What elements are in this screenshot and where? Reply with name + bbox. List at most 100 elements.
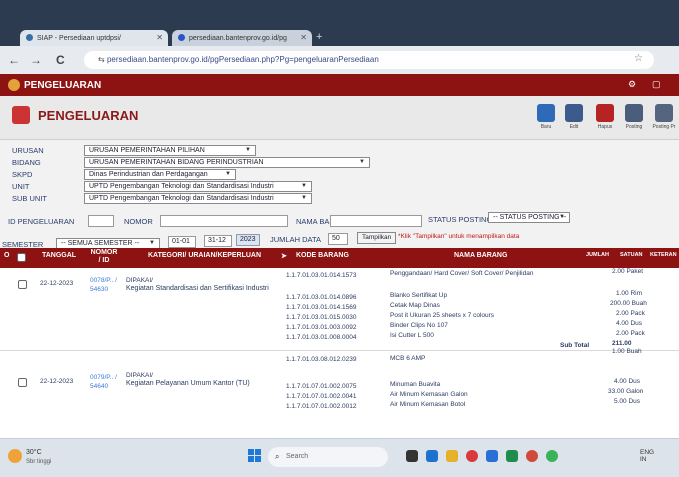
item-qty: 2.00 Pack (616, 330, 645, 337)
mail-icon[interactable] (486, 450, 498, 462)
tab-siap[interactable]: SIAP - Persediaan uptdpsi/ ✕ (20, 30, 168, 46)
unit-label: UNIT (12, 182, 30, 191)
edge-icon[interactable] (426, 450, 438, 462)
item-kode: 1.1.7.01.03.01.015.0030 (286, 314, 357, 321)
posting-print-button-label: Posting Pr (652, 124, 676, 130)
sub-unit-select[interactable]: UPTD Pengembangan Teknologi dan Standard… (84, 193, 312, 204)
row-kategori: DIPAKAI/ (126, 372, 153, 379)
delete-button[interactable]: Hapus (593, 104, 617, 130)
item-qty: 2.00 Paket (612, 268, 644, 275)
row-checkbox[interactable] (18, 378, 27, 387)
page-icon (12, 106, 30, 124)
item-nama: Cetak Map Dinas (390, 302, 440, 309)
item-nama: Penggandaan/ Hard Cover/ Soft Cover/ Pen… (390, 270, 534, 277)
bidang-select[interactable]: URUSAN PEMERINTAHAN BIDANG PERINDUSTRIAN… (84, 157, 370, 168)
col-kode-barang: KODE BARANG (296, 252, 349, 259)
row-id-link[interactable]: 54630 (90, 286, 108, 293)
language-indicator[interactable]: ENG IN (640, 449, 654, 463)
item-nama: Minuman Buavita (390, 381, 441, 388)
excel-icon[interactable] (506, 450, 518, 462)
task-view-icon[interactable] (406, 450, 418, 462)
skpd-label: SKPD (12, 170, 33, 179)
item-qty: 33.00 Galon (608, 388, 644, 395)
nomor-input[interactable] (160, 215, 288, 227)
posting-print-button[interactable]: Posting Pr (652, 104, 676, 130)
app-icon[interactable] (526, 450, 538, 462)
col-keterangan: KETERAN (650, 252, 677, 258)
row-nomor-link[interactable]: 0079/P.. / (90, 374, 117, 381)
window-icon[interactable]: ▢ (652, 79, 661, 90)
row-checkbox[interactable] (18, 280, 27, 289)
posting-button[interactable]: Posting (622, 104, 646, 130)
weather-condition: Sbr tinggi (26, 459, 52, 465)
page-title: PENGELUARAN (38, 108, 139, 123)
tab-persediaan-label: persediaan.bantenprov.go.id/pg (189, 35, 287, 42)
site-info-icon[interactable]: ⇆ (98, 55, 105, 64)
row-divider (0, 350, 679, 351)
url-field[interactable]: ⇆ persediaan.bantenprov.go.id/pgPersedia… (84, 51, 654, 69)
close-icon[interactable]: ✕ (300, 33, 307, 42)
status-posting-select[interactable]: -- STATUS POSTING -- ▼ (488, 212, 570, 223)
unit-select[interactable]: UPTD Pengembangan Teknologi dan Standard… (84, 181, 312, 192)
bidang-value: URUSAN PEMERINTAHAN BIDANG PERINDUSTRIAN (89, 159, 264, 166)
app-logo (8, 79, 20, 91)
whatsapp-icon[interactable] (546, 450, 558, 462)
nomor-label: NOMOR (124, 217, 153, 226)
item-qty: 4.00 Dus (616, 320, 643, 327)
posting-print-icon (655, 104, 673, 122)
browser-tab-bar: SIAP - Persediaan uptdpsi/ ✕ persediaan.… (0, 0, 679, 46)
delete-button-label: Hapus (597, 124, 613, 130)
item-qty: 1.00 Buah (612, 348, 642, 355)
urusan-select[interactable]: URUSAN PEMERINTAHAN PILIHAN ▼ (84, 145, 256, 156)
edit-button[interactable]: Edit (562, 104, 586, 130)
status-posting-label: STATUS POSTING (428, 215, 493, 224)
delete-icon (596, 104, 614, 122)
col-tanggal: TANGGAL (42, 252, 77, 259)
file-explorer-icon[interactable] (446, 450, 458, 462)
new-tab-button[interactable]: + (316, 31, 322, 43)
item-qty: 1.00 Rim (616, 290, 643, 297)
bookmark-star-icon[interactable]: ☆ (634, 53, 643, 64)
item-qty: 2.00 Pack (616, 310, 645, 317)
item-nama: Blanko Sertifikat Up (390, 292, 448, 299)
chevron-down-icon: ▼ (559, 214, 565, 220)
close-icon[interactable]: ✕ (156, 33, 163, 42)
chevron-down-icon: ▼ (245, 147, 251, 153)
date-from-input[interactable]: 01-01 (168, 236, 196, 248)
id-pengeluaran-input[interactable] (88, 215, 114, 227)
edit-icon (565, 104, 583, 122)
item-kode: 1.1.7.01.03.01.014.1569 (286, 304, 357, 311)
table-body: 22-12-2023 0078/P.. / 54630 DIPAKAI/ Keg… (0, 268, 679, 438)
col-kategori: KATEGORI/ URAIAN/KEPERLUAN (148, 252, 262, 259)
row-id-link[interactable]: 54640 (90, 383, 108, 390)
tab-persediaan[interactable]: persediaan.bantenprov.go.id/pg ✕ (172, 30, 312, 46)
skpd-select[interactable]: Dinas Perindustrian dan Perdagangan ▼ (84, 169, 236, 180)
edit-button-label: Edit (569, 124, 579, 130)
gear-icon[interactable]: ⚙ (628, 79, 636, 90)
taskbar-search[interactable]: ⌕ Search (268, 447, 388, 467)
nama-barang-input[interactable] (330, 215, 422, 227)
table-header: O TANGGAL NOMOR / ID KATEGORI/ URAIAN/KE… (0, 248, 679, 268)
id-pengeluaran-label: ID PENGELUARAN (8, 217, 75, 226)
row-uraian: Kegiatan Pelayanan Umum Kantor (TU) (126, 380, 250, 387)
select-all-checkbox[interactable] (17, 253, 26, 262)
year-input[interactable]: 2023 (236, 234, 260, 246)
tampilkan-button[interactable]: Tampilkan (357, 232, 397, 244)
back-button[interactable]: ← (8, 53, 20, 67)
semester-value: -- SEMUA SEMESTER -- (61, 240, 140, 247)
chevron-down-icon: ▼ (225, 171, 231, 177)
windows-start-icon[interactable] (248, 449, 262, 463)
sub-unit-label: SUB UNIT (12, 194, 48, 203)
item-nama: Air Minum Kemasan Galon (390, 391, 468, 398)
new-button[interactable]: Baru (534, 104, 558, 130)
item-nama: Binder Clips No 107 (390, 322, 448, 329)
weather-icon (8, 449, 22, 463)
item-kode: 1.1.7.01.07.01.002.0075 (286, 383, 357, 390)
jumlah-data-input[interactable]: 50 (328, 233, 348, 245)
row-nomor-link[interactable]: 0078/P.. / (90, 277, 117, 284)
date-to-input[interactable]: 31-12 (204, 235, 232, 247)
address-bar: ← → C ⇆ persediaan.bantenprov.go.id/pgPe… (0, 46, 679, 74)
forward-button[interactable]: → (30, 53, 42, 67)
chrome-icon[interactable] (466, 450, 478, 462)
reload-button[interactable]: C (56, 53, 65, 67)
